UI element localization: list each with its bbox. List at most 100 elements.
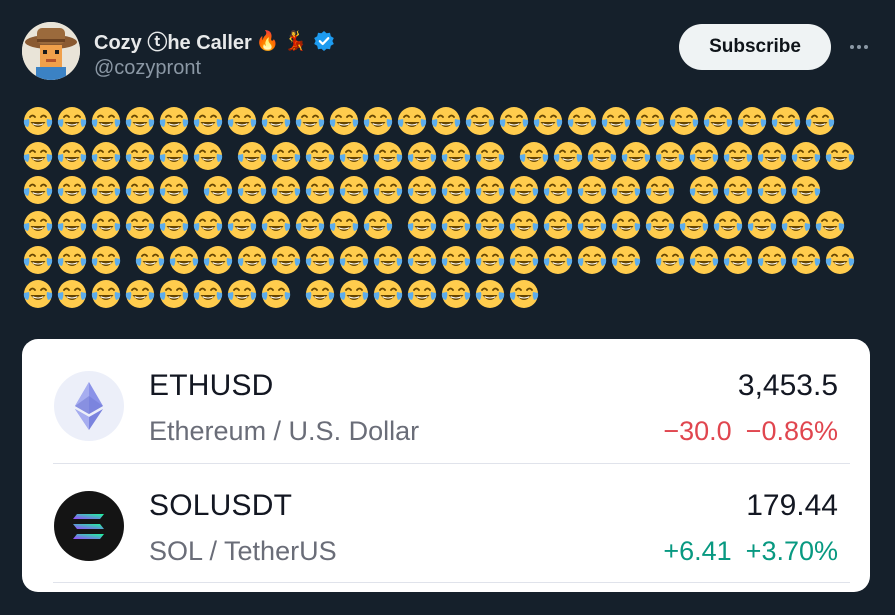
tears-of-joy-emoji-icon <box>236 140 268 172</box>
tears-of-joy-emoji-icon <box>756 244 788 276</box>
tears-of-joy-emoji-icon <box>576 244 608 276</box>
ticker-symbol: SOLUSDT <box>149 489 293 522</box>
tears-of-joy-emoji-icon <box>814 209 846 241</box>
tears-of-joy-emoji-icon <box>22 105 54 137</box>
tears-of-joy-emoji-icon <box>620 140 652 172</box>
dancer-emoji: 💃 <box>283 30 308 52</box>
author-name-line[interactable]: Cozy ⓣhe Caller 🔥 💃 <box>94 26 335 55</box>
tears-of-joy-emoji-icon <box>226 105 258 137</box>
tears-of-joy-emoji-icon <box>158 105 190 137</box>
tears-of-joy-emoji-icon <box>440 244 472 276</box>
tears-of-joy-emoji-icon <box>396 105 428 137</box>
ticker-description: SOL / TetherUS <box>149 536 337 566</box>
tears-of-joy-emoji-icon <box>474 278 506 310</box>
emoji-group <box>304 278 540 310</box>
ticker-row-ethusd[interactable]: ETHUSD Ethereum / U.S. Dollar 3,453.5 −3… <box>22 343 870 463</box>
tears-of-joy-emoji-icon <box>542 209 574 241</box>
tears-of-joy-emoji-icon <box>440 140 472 172</box>
tears-of-joy-emoji-icon <box>790 140 822 172</box>
tears-of-joy-emoji-icon <box>464 105 496 137</box>
tears-of-joy-emoji-icon <box>610 209 642 241</box>
tears-of-joy-emoji-icon <box>372 174 404 206</box>
ticker-divider <box>53 582 850 583</box>
tears-of-joy-emoji-icon <box>552 140 584 172</box>
tears-of-joy-emoji-icon <box>440 209 472 241</box>
emoji-group <box>22 140 224 172</box>
subscribe-button[interactable]: Subscribe <box>679 24 831 70</box>
tweet-header: Cozy ⓣhe Caller 🔥 💃 @cozypront Subscribe <box>22 22 875 84</box>
tears-of-joy-emoji-icon <box>654 140 686 172</box>
emoji-group <box>654 244 856 276</box>
tears-of-joy-emoji-icon <box>56 174 88 206</box>
tweet-text-line <box>22 277 872 312</box>
more-options-icon[interactable] <box>844 32 874 62</box>
tears-of-joy-emoji-icon <box>804 105 836 137</box>
tears-of-joy-emoji-icon <box>90 105 122 137</box>
tears-of-joy-emoji-icon <box>790 174 822 206</box>
tears-of-joy-emoji-icon <box>474 244 506 276</box>
tears-of-joy-emoji-icon <box>576 209 608 241</box>
tears-of-joy-emoji-icon <box>586 140 618 172</box>
tears-of-joy-emoji-icon <box>518 140 550 172</box>
tears-of-joy-emoji-icon <box>688 140 720 172</box>
tears-of-joy-emoji-icon <box>430 105 462 137</box>
tweet-text-line <box>22 173 872 208</box>
tears-of-joy-emoji-icon <box>260 209 292 241</box>
tears-of-joy-emoji-icon <box>338 278 370 310</box>
tears-of-joy-emoji-icon <box>124 174 156 206</box>
emoji-group <box>22 209 394 241</box>
tears-of-joy-emoji-icon <box>90 244 122 276</box>
tears-of-joy-emoji-icon <box>644 174 676 206</box>
tears-of-joy-emoji-icon <box>474 140 506 172</box>
tears-of-joy-emoji-icon <box>678 209 710 241</box>
tears-of-joy-emoji-icon <box>192 278 224 310</box>
ticker-card[interactable]: ETHUSD Ethereum / U.S. Dollar 3,453.5 −3… <box>22 339 870 592</box>
tears-of-joy-emoji-icon <box>22 209 54 241</box>
tears-of-joy-emoji-icon <box>406 140 438 172</box>
tears-of-joy-emoji-icon <box>736 105 768 137</box>
tears-of-joy-emoji-icon <box>124 209 156 241</box>
tears-of-joy-emoji-icon <box>498 105 530 137</box>
tears-of-joy-emoji-icon <box>654 244 686 276</box>
ethereum-logo-icon <box>54 371 124 441</box>
ticker-row-solusdt[interactable]: SOLUSDT SOL / TetherUS 179.44 +6.41 +3.70… <box>22 463 870 583</box>
tears-of-joy-emoji-icon <box>158 278 190 310</box>
tears-of-joy-emoji-icon <box>362 105 394 137</box>
tears-of-joy-emoji-icon <box>270 140 302 172</box>
tweet-text-line <box>22 242 872 277</box>
tears-of-joy-emoji-icon <box>124 278 156 310</box>
tears-of-joy-emoji-icon <box>722 244 754 276</box>
solana-logo-icon <box>54 491 124 561</box>
ticker-price: 179.44 <box>746 489 838 522</box>
emoji-group <box>236 140 506 172</box>
tears-of-joy-emoji-icon <box>338 174 370 206</box>
avatar[interactable] <box>22 22 80 80</box>
tears-of-joy-emoji-icon <box>722 140 754 172</box>
tears-of-joy-emoji-icon <box>372 278 404 310</box>
tears-of-joy-emoji-icon <box>192 105 224 137</box>
tears-of-joy-emoji-icon <box>644 209 676 241</box>
tears-of-joy-emoji-icon <box>610 174 642 206</box>
emoji-group <box>518 140 856 172</box>
tears-of-joy-emoji-icon <box>90 209 122 241</box>
ticker-change: −30.0 −0.86% <box>663 416 838 447</box>
author-display-name[interactable]: Cozy ⓣhe Caller <box>94 26 252 55</box>
tweet-text-line <box>22 104 872 139</box>
tears-of-joy-emoji-icon <box>294 105 326 137</box>
emoji-group <box>22 105 836 137</box>
author-handle[interactable]: @cozypront <box>94 57 201 80</box>
emoji-group <box>134 244 642 276</box>
tears-of-joy-emoji-icon <box>22 140 54 172</box>
ticker-change-abs: +6.41 <box>663 536 732 566</box>
tears-of-joy-emoji-icon <box>90 278 122 310</box>
tears-of-joy-emoji-icon <box>192 209 224 241</box>
tears-of-joy-emoji-icon <box>508 174 540 206</box>
emoji-group <box>406 209 846 241</box>
tears-of-joy-emoji-icon <box>56 105 88 137</box>
tears-of-joy-emoji-icon <box>474 174 506 206</box>
tears-of-joy-emoji-icon <box>508 244 540 276</box>
tears-of-joy-emoji-icon <box>158 140 190 172</box>
emoji-group <box>22 174 190 206</box>
tears-of-joy-emoji-icon <box>756 174 788 206</box>
tears-of-joy-emoji-icon <box>192 140 224 172</box>
